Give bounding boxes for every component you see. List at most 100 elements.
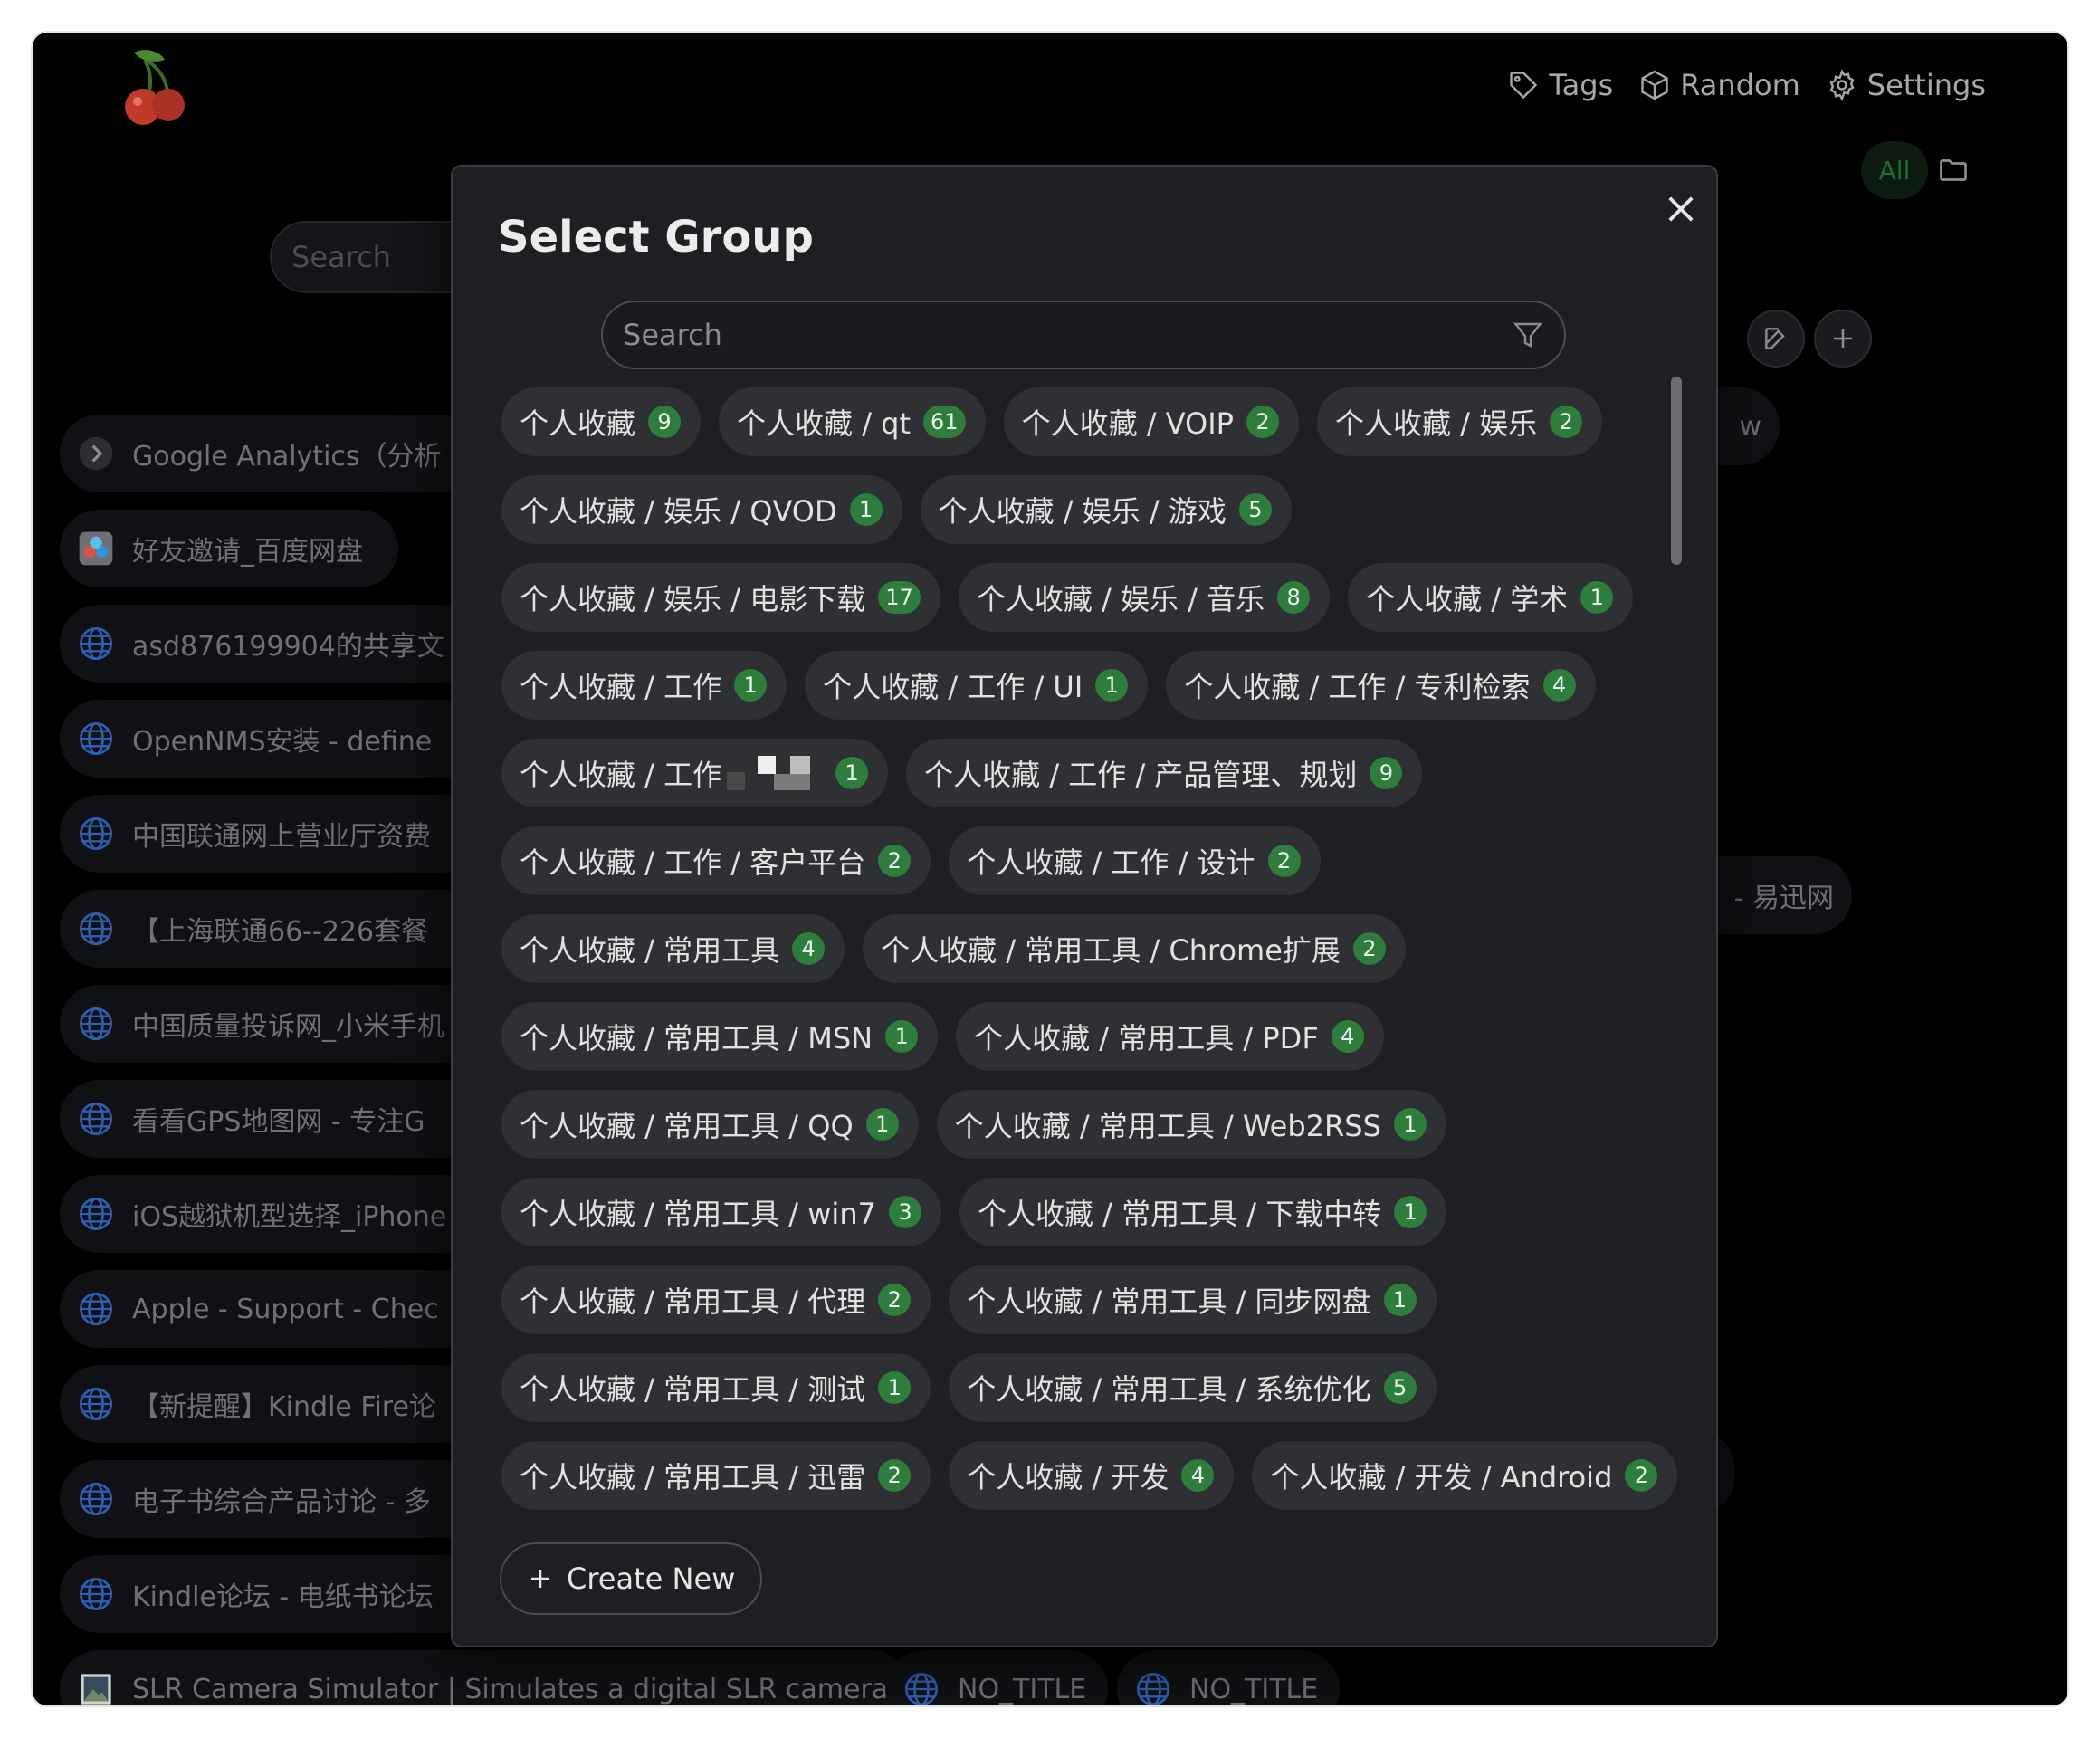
group-chip[interactable]: 个人收藏 / 工作 / 产品管理、规划 9	[906, 739, 1423, 807]
filter-all-button[interactable]: All	[1861, 141, 1928, 199]
group-label: 个人收藏 / 娱乐 / QVOD	[520, 494, 837, 529]
globe-icon	[1137, 1673, 1169, 1705]
group-label: 个人收藏 / 常用工具 / 下载中转	[977, 1197, 1382, 1231]
bookmark-item[interactable]: SLR Camera Simulator | Simulates a digit…	[60, 1650, 911, 1705]
bookmark-item[interactable]: NO_TITLE	[1117, 1650, 1341, 1705]
bookmark-item[interactable]: 【上海联通66--226套餐	[60, 890, 485, 968]
bookmark-item[interactable]: NO_TITLE	[885, 1650, 1109, 1705]
group-chip[interactable]: 个人收藏 / 娱乐 2	[1316, 387, 1603, 456]
group-chip[interactable]: 个人收藏 / qt 61	[719, 387, 986, 456]
group-label: 个人收藏 / 常用工具 / 测试	[520, 1372, 866, 1407]
group-label: 个人收藏 / 常用工具 / 代理	[520, 1284, 866, 1319]
bookmark-item[interactable]: Kindle论坛 - 电纸书论坛	[60, 1555, 485, 1633]
group-chip[interactable]: 个人收藏 / 工作 / 专利检索 4	[1166, 651, 1596, 720]
group-chip[interactable]: 个人收藏 / 常用工具 / PDF 4	[956, 1002, 1384, 1071]
bookmark-item[interactable]: Google Analytics（分析	[60, 415, 485, 492]
group-label: 个人收藏 / 工作 / 产品管理、规划	[924, 758, 1358, 792]
bookmark-title: iOS越狱机型选择_iPhone	[132, 1201, 447, 1233]
group-count-badge: 3	[888, 1196, 921, 1228]
group-chip[interactable]: 个人收藏 / 常用工具 / win7 3	[501, 1178, 941, 1246]
globe-icon	[80, 1293, 112, 1325]
group-label: 个人收藏 / 常用工具 / 迅雷	[520, 1460, 866, 1494]
cherry-logo-icon[interactable]	[109, 43, 196, 130]
group-count-badge: 2	[878, 1284, 912, 1316]
group-count-badge: 9	[648, 406, 682, 438]
bookmark-item[interactable]: OpenNMS安装 - define	[60, 700, 485, 778]
group-chip[interactable]: 个人收藏 / 常用工具 / 代理 2	[501, 1265, 931, 1334]
bookmark-item[interactable]: asd876199904的共享文	[60, 605, 485, 683]
bookmark-item[interactable]: 看看GPS地图网 - 专注G	[60, 1080, 485, 1158]
group-chip[interactable]: 个人收藏 / 工作 / 客户平台 2	[501, 826, 931, 895]
group-chip[interactable]: 个人收藏 / 工作 1	[501, 739, 889, 807]
group-row: 个人收藏 / 常用工具 / win7 3 个人收藏 / 常用工具 / 下载中转 1	[501, 1178, 1447, 1246]
group-chip[interactable]: 个人收藏 / 娱乐 / QVOD 1	[501, 475, 902, 544]
group-chip[interactable]: 个人收藏 / 学术 1	[1348, 563, 1634, 632]
image-icon	[81, 1674, 111, 1705]
nav-settings[interactable]: Settings	[1826, 68, 1986, 102]
group-count-badge: 1	[1580, 581, 1614, 614]
group-chip[interactable]: 个人收藏 / 工作 1	[501, 651, 788, 720]
group-chip[interactable]: 个人收藏 / 常用工具 / 下载中转 1	[959, 1178, 1447, 1246]
close-icon[interactable]	[1662, 190, 1700, 228]
group-chip[interactable]: 个人收藏 / 工作 / 设计 2	[949, 826, 1321, 895]
group-label: 个人收藏 / 工作 / 专利检索	[1184, 670, 1531, 704]
baidu-netdisk-icon	[79, 531, 113, 566]
modal-title: Select Group	[498, 212, 814, 263]
bookmark-item[interactable]: iOS越狱机型选择_iPhone	[60, 1175, 485, 1253]
group-chip[interactable]: 个人收藏 / 常用工具 / 同步网盘 1	[949, 1265, 1437, 1334]
group-label: 个人收藏 / 工作 / 设计	[967, 845, 1255, 880]
group-label: 个人收藏 / 娱乐	[1334, 406, 1538, 441]
group-row: 个人收藏 / 常用工具 4 个人收藏 / 常用工具 / Chrome扩展 2	[501, 914, 1406, 983]
bookmark-item[interactable]: 好友邀请_百度网盘	[60, 510, 398, 587]
nav-tags[interactable]: Tags	[1507, 68, 1613, 102]
bookmark-title: SLR Camera Simulator | Simulates a digit…	[132, 1673, 889, 1705]
group-chip[interactable]: 个人收藏 / 工作 / UI 1	[805, 651, 1149, 720]
group-chip[interactable]: 个人收藏 / 开发 4	[949, 1441, 1235, 1510]
bookmark-title: 【上海联通66--226套餐	[132, 916, 429, 948]
group-list: 个人收藏 9 个人收藏 / qt 61 个人收藏 / VOIP 2 个人收藏 / 娱乐 2 个人…	[501, 387, 1678, 1646]
group-count-badge: 61	[923, 406, 966, 438]
group-chip[interactable]: 个人收藏 / 常用工具 / 系统优化 5	[949, 1353, 1437, 1422]
bookmark-item[interactable]: 中国质量投诉网_小米手机	[60, 985, 485, 1063]
globe-icon	[80, 1483, 112, 1515]
group-chip[interactable]: 个人收藏 / 娱乐 / 音乐 8	[958, 563, 1331, 632]
globe-icon	[80, 627, 112, 660]
group-chip[interactable]: 个人收藏 / 常用工具 4	[501, 914, 845, 983]
group-chip[interactable]: 个人收藏 / 娱乐 / 电影下载 17	[501, 563, 940, 632]
group-chip[interactable]: 个人收藏 / 常用工具 / 迅雷 2	[501, 1441, 931, 1510]
bookmark-item[interactable]: Apple - Support - Chec	[60, 1270, 485, 1348]
group-count-badge: 4	[1542, 669, 1576, 702]
group-count-badge: 17	[878, 581, 921, 614]
select-group-modal: Select Group 个人收藏 9 个人收藏 / qt 61 个人收藏 / VOIP…	[451, 165, 1718, 1647]
group-chip[interactable]: 个人收藏 / 常用工具 / MSN 1	[501, 1002, 939, 1071]
app-window: Tags Random Settings All Search Google A…	[33, 33, 2067, 1705]
nav-random[interactable]: Random	[1638, 68, 1800, 102]
group-chip[interactable]: 个人收藏 / 常用工具 / Chrome扩展 2	[863, 914, 1406, 983]
group-chip[interactable]: 个人收藏 9	[501, 387, 702, 456]
bookmark-item[interactable]: 中国联通网上营业厅资费	[60, 795, 485, 873]
add-button[interactable]	[1814, 310, 1872, 368]
group-count-badge: 5	[1383, 1371, 1417, 1404]
group-count-badge: 1	[849, 493, 883, 526]
bookmark-item[interactable]: 电子书综合产品讨论 - 多	[60, 1460, 485, 1538]
group-chip[interactable]: 个人收藏 / 常用工具 / QQ 1	[501, 1090, 919, 1159]
gear-icon	[1829, 69, 1855, 101]
modal-scrollbar[interactable]	[1671, 377, 1682, 565]
group-chip[interactable]: 个人收藏 / 常用工具 / Web2RSS 1	[936, 1090, 1446, 1159]
bookmark-item[interactable]: 【新提醒】Kindle Fire论	[60, 1365, 485, 1443]
group-chip[interactable]: 个人收藏 / 娱乐 / 游戏 5	[920, 475, 1292, 544]
group-count-badge: 2	[1246, 406, 1279, 438]
group-chip[interactable]: 个人收藏 / 常用工具 / 测试 1	[501, 1353, 931, 1422]
group-count-badge: 2	[1267, 845, 1301, 877]
group-chip[interactable]: 个人收藏 / VOIP 2	[1003, 387, 1299, 456]
group-count-badge: 1	[1095, 669, 1129, 702]
group-count-badge: 5	[1238, 493, 1272, 526]
folder-icon[interactable]	[1937, 154, 1970, 186]
filter-icon[interactable]	[1512, 319, 1544, 351]
group-row: 个人收藏 / 常用工具 / 迅雷 2 个人收藏 / 开发 4 个人收藏 / 开发 / A…	[501, 1441, 1678, 1510]
group-search-input[interactable]	[623, 318, 1512, 352]
create-new-button[interactable]: Create New	[500, 1542, 763, 1615]
group-chip[interactable]: 个人收藏 / 开发 / Android 2	[1252, 1441, 1678, 1510]
create-new-label: Create New	[567, 1561, 736, 1596]
edit-button[interactable]	[1747, 310, 1805, 368]
